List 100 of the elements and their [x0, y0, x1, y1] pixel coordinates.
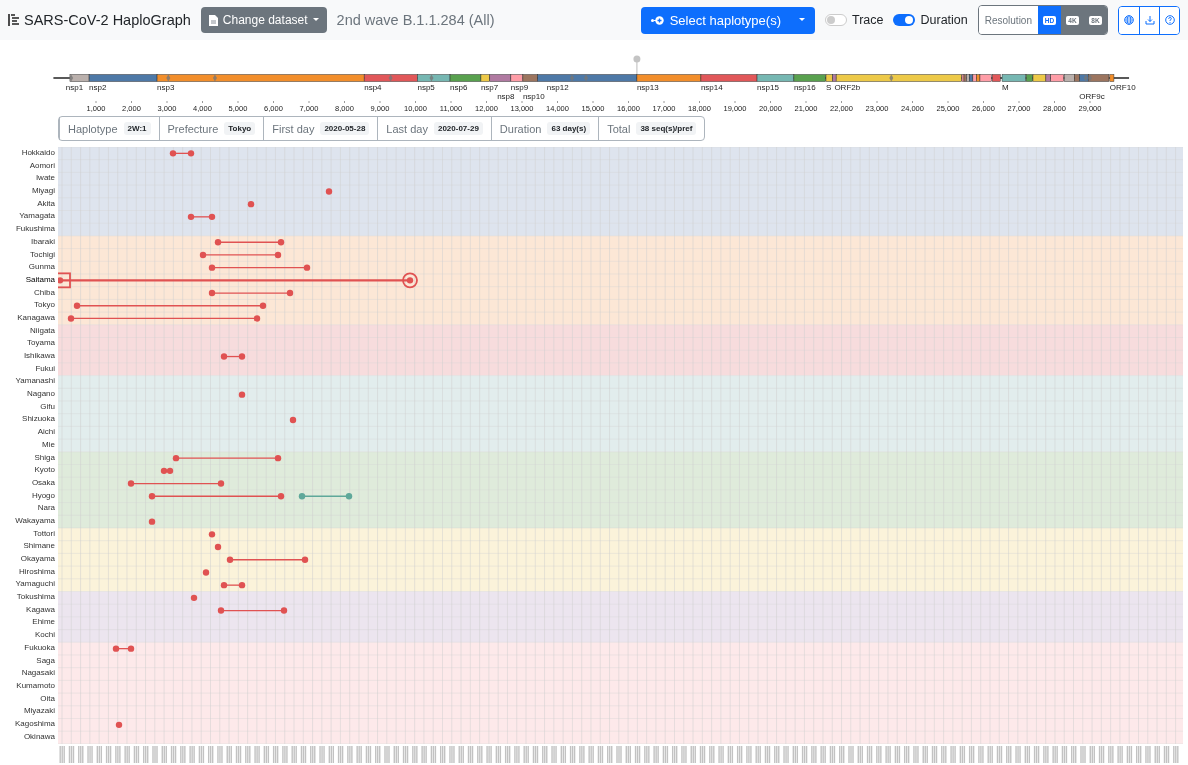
- prefecture-label: Nara: [36, 502, 56, 515]
- date-point-marker[interactable]: [115, 721, 123, 729]
- prefecture-label: Shimane: [22, 540, 56, 553]
- prefecture-label: Iwate: [34, 172, 56, 185]
- add-node-icon: [650, 15, 664, 25]
- date-point-marker[interactable]: [289, 416, 297, 424]
- info-label: Last day: [386, 122, 428, 135]
- prefecture-label: Saitama: [24, 273, 56, 286]
- gene-label: ORF10: [1109, 83, 1136, 92]
- toggle-switch[interactable]: [825, 14, 847, 26]
- date-range-marker[interactable]: [67, 315, 261, 322]
- download-icon: [1144, 15, 1155, 25]
- toggle-label: Duration: [920, 13, 968, 27]
- info-value: 63 day(s): [547, 122, 591, 135]
- info-value: 38 seq(s)/pref: [636, 122, 697, 135]
- date-point-marker[interactable]: [148, 518, 156, 525]
- resolution-label: Resolution: [978, 6, 1038, 34]
- gene-label: nsp14: [700, 83, 723, 92]
- info-value: 2020-05-28: [320, 122, 370, 135]
- prefecture-label: Gunma: [27, 261, 56, 274]
- prefecture-label: Toyama: [26, 337, 56, 350]
- gene-label: nsp8: [497, 92, 515, 101]
- download-button[interactable]: [1139, 6, 1159, 34]
- gene-label: nsp15: [757, 83, 779, 92]
- document-icon: [208, 14, 218, 26]
- prefecture-label: Okayama: [19, 553, 56, 565]
- toggle-switch[interactable]: [893, 14, 916, 26]
- prefecture-label: Kumamoto: [15, 679, 56, 692]
- gene-label: nsp1: [65, 83, 84, 92]
- date-point-marker[interactable]: [238, 391, 246, 398]
- date-range-marker[interactable]: [172, 454, 282, 462]
- help-icon: [1164, 15, 1175, 25]
- gene-label: nsp6: [450, 83, 468, 92]
- date-range-marker[interactable]: [208, 264, 311, 271]
- date-range-marker[interactable]: [127, 480, 225, 487]
- date-range-marker[interactable]: [73, 302, 267, 309]
- gene-label: nsp10: [522, 92, 545, 101]
- globe-button[interactable]: [1119, 6, 1139, 34]
- date-range-marker[interactable]: [298, 493, 353, 500]
- date-range-marker[interactable]: [148, 493, 285, 500]
- info-value: 2W:1: [123, 122, 151, 135]
- date-range-marker[interactable]: [214, 239, 285, 246]
- gene-label: S: [826, 83, 832, 92]
- toggle-label: Trace: [852, 13, 884, 27]
- date-range-marker[interactable]: [199, 251, 282, 259]
- logo-icon: [8, 13, 20, 27]
- position-pin-icon: [633, 55, 641, 75]
- help-button[interactable]: [1159, 6, 1179, 34]
- select-haplotype-button[interactable]: Select haplotype(s): [640, 6, 815, 34]
- prefecture-label: Ibaraki: [30, 235, 56, 248]
- prefecture-label: Shiga: [33, 451, 56, 464]
- change-dataset-button[interactable]: Change dataset: [200, 7, 327, 33]
- date-range-marker[interactable]: [169, 150, 195, 157]
- prefecture-label: Tochigi: [29, 248, 56, 261]
- date-point-marker[interactable]: [202, 569, 210, 576]
- gene-label: nsp5: [417, 83, 435, 92]
- prefecture-label: Fukuoka: [23, 641, 56, 654]
- gene-label: nsp4: [364, 83, 382, 92]
- prefecture-label: Hiroshima: [18, 565, 56, 578]
- date-point-marker[interactable]: [208, 531, 216, 538]
- date-range-marker[interactable]: [160, 467, 174, 475]
- gene-label: ORF2b: [834, 83, 861, 92]
- caret-icon: [799, 18, 805, 22]
- prefecture-label: Kochi: [34, 629, 56, 642]
- date-point-marker[interactable]: [325, 188, 333, 195]
- prefecture-label: Osaka: [30, 476, 56, 489]
- date-range-marker[interactable]: [112, 645, 135, 652]
- prefecture-label: Nagasaki: [20, 667, 56, 680]
- prefecture-label: Yamaguchi: [14, 578, 56, 591]
- gene-label: nsp12: [546, 83, 569, 92]
- caret-icon: [312, 18, 319, 22]
- date-range-marker[interactable]: [208, 289, 294, 297]
- prefecture-label: Akita: [36, 197, 56, 210]
- prefecture-label: Yamanashi: [14, 375, 56, 388]
- date-range-marker[interactable]: [226, 556, 309, 563]
- prefecture-label: Mie: [41, 438, 56, 451]
- gene-label: nsp13: [636, 83, 659, 92]
- date-point-marker[interactable]: [247, 200, 255, 208]
- prefecture-label: Gifu: [39, 400, 56, 413]
- date-range-marker[interactable]: [187, 213, 216, 221]
- info-label: First day: [272, 122, 315, 135]
- prefecture-label: Miyagi: [30, 185, 56, 198]
- prefecture-label: Aomori: [28, 159, 56, 172]
- prefecture-label: Ehime: [31, 616, 56, 629]
- selected-range-marker[interactable]: [58, 272, 418, 289]
- date-point-marker[interactable]: [214, 543, 222, 551]
- date-range-marker[interactable]: [220, 353, 246, 360]
- info-label: Prefecture: [167, 122, 219, 135]
- prefecture-label: Hyogo: [30, 489, 56, 502]
- prefecture-label: Hokkaido: [20, 147, 56, 159]
- dataset-name: 2nd wave B.1.1.284 (All): [336, 12, 495, 28]
- prefecture-label: Kanagawa: [16, 311, 56, 324]
- info-label: Haplotype: [68, 122, 118, 135]
- prefecture-label: Fukui: [34, 362, 56, 375]
- prefecture-label: Nagano: [25, 388, 56, 401]
- date-range-marker[interactable]: [217, 607, 288, 614]
- prefecture-label: Oita: [39, 692, 56, 705]
- date-point-marker[interactable]: [190, 594, 198, 602]
- prefecture-label: Aichi: [36, 426, 56, 439]
- date-range-marker[interactable]: [220, 581, 246, 589]
